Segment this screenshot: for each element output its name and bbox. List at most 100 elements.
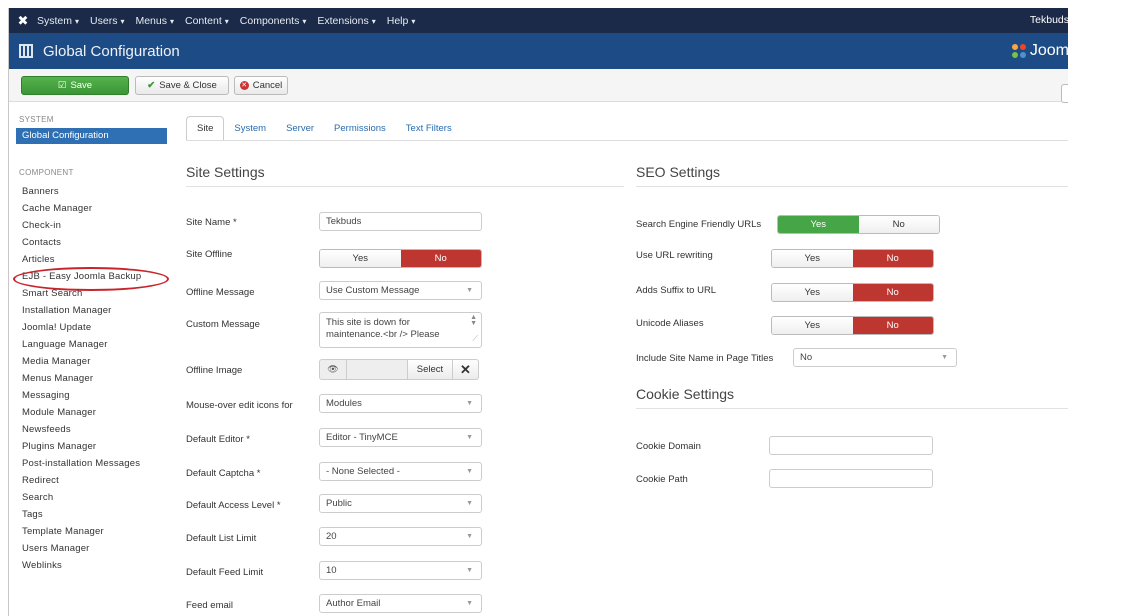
cookie-path-label: Cookie Path <box>636 474 688 485</box>
menu-menus-label: Menus <box>135 14 167 27</box>
tab-server[interactable]: Server <box>276 116 324 141</box>
sidebar-item-tags[interactable]: Tags <box>22 509 43 520</box>
menu-menus[interactable]: Menus ▾ <box>135 15 174 27</box>
clear-image-icon[interactable]: ✕ <box>453 359 479 380</box>
url-rewriting-yes[interactable]: Yes <box>772 250 853 267</box>
sidebar-item-check-in[interactable]: Check-in <box>22 220 61 231</box>
tab-permissions[interactable]: Permissions <box>324 116 396 141</box>
unicode-aliases-label: Unicode Aliases <box>636 318 704 329</box>
sidebar-item-cache-manager[interactable]: Cache Manager <box>22 203 92 214</box>
sidebar-item-menus-manager[interactable]: Menus Manager <box>22 373 93 384</box>
feed-email-label: Feed email <box>186 600 233 611</box>
offline-message-label: Offline Message <box>186 287 255 298</box>
tab-divider <box>186 140 1068 141</box>
sef-urls-no[interactable]: No <box>858 216 939 233</box>
sidebar-item-language-manager[interactable]: Language Manager <box>22 339 108 350</box>
select-image-button[interactable]: Select <box>407 359 453 380</box>
user-menu[interactable]: Tekbuds <box>1030 14 1068 26</box>
site-offline-label: Site Offline <box>186 249 233 260</box>
options-button[interactable] <box>1061 84 1068 103</box>
site-offline-no[interactable]: No <box>400 250 481 267</box>
sidebar-item-post-installation[interactable]: Post-installation Messages <box>22 458 140 469</box>
menu-help-label: Help <box>386 14 409 27</box>
tab-site[interactable]: Site <box>186 116 225 141</box>
custom-message-line1: This site is down for <box>326 317 410 328</box>
feed-email-select[interactable]: Author Email ▼ <box>319 594 482 613</box>
url-rewriting-toggle: Yes No <box>771 249 934 268</box>
menu-content-label: Content <box>185 14 222 27</box>
chevron-down-icon: ▾ <box>371 16 376 26</box>
sitename-titles-label: Include Site Name in Page Titles <box>636 353 774 364</box>
custom-message-textarea[interactable]: This site is down for maintenance.<br />… <box>319 312 482 348</box>
default-access-label: Default Access Level * <box>186 500 281 511</box>
default-access-select[interactable]: Public ▼ <box>319 494 482 513</box>
joomla-icon[interactable]: ✖ <box>9 13 37 29</box>
sidebar-heading-system: SYSTEM <box>19 115 54 124</box>
list-limit-select[interactable]: 20 ▼ <box>319 527 482 546</box>
sidebar-item-search[interactable]: Search <box>22 492 53 503</box>
sidebar-item-newsfeeds[interactable]: Newsfeeds <box>22 424 71 435</box>
menu-system[interactable]: System ▾ <box>37 15 79 27</box>
suffix-url-no[interactable]: No <box>852 284 933 301</box>
sidebar-item-joomla-update[interactable]: Joomla! Update <box>22 322 91 333</box>
tab-system[interactable]: System <box>224 116 276 141</box>
tab-text-filters[interactable]: Text Filters <box>396 116 462 141</box>
mouseover-value: Modules <box>326 398 362 409</box>
sidebar-item-module-manager[interactable]: Module Manager <box>22 407 96 418</box>
cancel-button[interactable]: ✕ Cancel <box>234 76 288 95</box>
sidebar-item-banners[interactable]: Banners <box>22 186 59 197</box>
site-name-input[interactable]: Tekbuds <box>319 212 482 231</box>
sef-urls-yes[interactable]: Yes <box>778 216 859 233</box>
sidebar-item-plugins-manager[interactable]: Plugins Manager <box>22 441 96 452</box>
suffix-url-yes[interactable]: Yes <box>772 284 853 301</box>
resize-grip-icon[interactable]: ⟋ <box>472 333 478 345</box>
sidebar-item-contacts[interactable]: Contacts <box>22 237 61 248</box>
custom-message-label: Custom Message <box>186 319 260 330</box>
site-offline-yes[interactable]: Yes <box>320 250 401 267</box>
sidebar-item-users-manager[interactable]: Users Manager <box>22 543 90 554</box>
url-rewriting-no[interactable]: No <box>852 250 933 267</box>
sidebar-item-smart-search[interactable]: Smart Search <box>22 288 82 299</box>
menu-users[interactable]: Users ▾ <box>90 15 124 27</box>
default-editor-select[interactable]: Editor - TinyMCE ▼ <box>319 428 482 447</box>
sitename-titles-select[interactable]: No ▼ <box>793 348 957 367</box>
sidebar-item-articles[interactable]: Articles <box>22 254 55 265</box>
save-close-button[interactable]: ✔ Save & Close <box>135 76 229 95</box>
default-captcha-select[interactable]: - None Selected - ▼ <box>319 462 482 481</box>
sidebar-item-template-manager[interactable]: Template Manager <box>22 526 104 537</box>
menu-components[interactable]: Components ▾ <box>240 15 307 27</box>
unicode-aliases-no[interactable]: No <box>852 317 933 334</box>
menu-extensions[interactable]: Extensions ▾ <box>317 15 375 27</box>
chevron-down-icon: ▼ <box>466 468 473 475</box>
menu-help[interactable]: Help ▾ <box>387 15 416 27</box>
cookie-domain-input[interactable] <box>769 436 933 455</box>
default-access-value: Public <box>326 498 352 509</box>
sidebar-item-messaging[interactable]: Messaging <box>22 390 70 401</box>
chevron-down-icon: ▼ <box>466 287 473 294</box>
sef-urls-label: Search Engine Friendly URLs <box>636 219 762 230</box>
save-button[interactable]: ☑ Save <box>21 76 129 95</box>
offline-image-field: 👁 Select ✕ <box>319 359 479 380</box>
chevron-down-icon: ▾ <box>302 16 307 26</box>
chevron-down-icon: ▼ <box>466 600 473 607</box>
eye-icon[interactable]: 👁 <box>319 359 347 380</box>
chevron-down-icon: ▾ <box>224 16 229 26</box>
offline-message-select[interactable]: Use Custom Message ▼ <box>319 281 482 300</box>
cookie-path-input[interactable] <box>769 469 933 488</box>
save-label: Save <box>70 80 93 91</box>
sidebar-item-global-configuration[interactable]: Global Configuration <box>16 128 167 144</box>
sidebar-item-media-manager[interactable]: Media Manager <box>22 356 91 367</box>
sidebar-item-installation-manager[interactable]: Installation Manager <box>22 305 112 316</box>
chevron-down-icon: ▼ <box>466 434 473 441</box>
mouseover-select[interactable]: Modules ▼ <box>319 394 482 413</box>
offline-image-label: Offline Image <box>186 365 243 376</box>
sef-urls-toggle: Yes No <box>777 215 940 234</box>
unicode-aliases-yes[interactable]: Yes <box>772 317 853 334</box>
chevron-down-icon: ▼ <box>466 500 473 507</box>
seo-settings-rule <box>636 186 1068 187</box>
sidebar-item-redirect[interactable]: Redirect <box>22 475 59 486</box>
menu-content[interactable]: Content ▾ <box>185 15 229 27</box>
spinner-icon[interactable]: ▲ ▼ <box>470 314 477 327</box>
feed-limit-select[interactable]: 10 ▼ <box>319 561 482 580</box>
sidebar-item-weblinks[interactable]: Weblinks <box>22 560 62 571</box>
